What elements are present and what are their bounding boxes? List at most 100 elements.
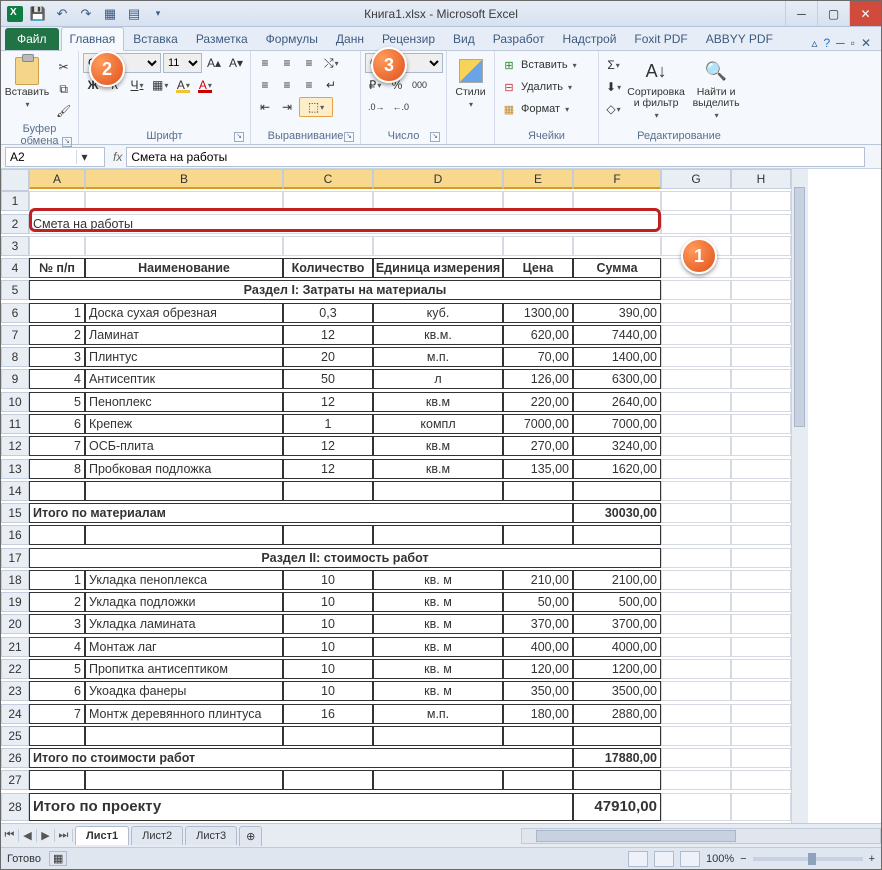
cell[interactable] <box>29 481 85 501</box>
cell[interactable] <box>85 525 283 545</box>
cell[interactable]: кв. м <box>373 637 503 657</box>
cell[interactable] <box>573 525 661 545</box>
tab-developer[interactable]: Разработ <box>484 27 554 50</box>
cell[interactable]: ОСБ-плита <box>85 436 283 456</box>
horizontal-scrollbar[interactable] <box>521 828 881 844</box>
cell[interactable] <box>731 214 791 234</box>
cell[interactable]: 135,00 <box>503 459 573 479</box>
copy-icon[interactable]: ⧉ <box>53 79 74 99</box>
cell[interactable]: 5 <box>29 659 85 679</box>
insert-cells-button[interactable]: ⊞Вставить▾ <box>499 55 594 75</box>
cell[interactable] <box>283 770 373 790</box>
sheet-nav-first-icon[interactable]: ⏮ <box>1 829 19 842</box>
cell[interactable] <box>85 481 283 501</box>
cell[interactable] <box>661 659 731 679</box>
cell[interactable] <box>373 236 503 256</box>
row-header[interactable]: 23 <box>1 681 29 701</box>
dialog-launcher-icon[interactable]: ↘ <box>234 132 244 142</box>
doc-minimize-icon[interactable]: ─ <box>836 36 845 50</box>
cell[interactable] <box>29 191 85 211</box>
cell[interactable] <box>731 614 791 634</box>
cell[interactable]: Доска сухая обрезная <box>85 303 283 323</box>
cell[interactable]: Антисептик <box>85 369 283 389</box>
column-header[interactable]: A <box>29 169 85 189</box>
cell[interactable] <box>503 770 573 790</box>
cell[interactable]: Пеноплекс <box>85 392 283 412</box>
cell[interactable]: 2640,00 <box>573 392 661 412</box>
cell[interactable] <box>731 369 791 389</box>
cell[interactable] <box>731 770 791 790</box>
column-header[interactable]: B <box>85 169 283 189</box>
cell[interactable]: 390,00 <box>573 303 661 323</box>
cell[interactable]: 7440,00 <box>573 325 661 345</box>
cell[interactable]: 4 <box>29 369 85 389</box>
cell[interactable] <box>373 770 503 790</box>
row-header[interactable]: 28 <box>1 793 29 821</box>
cell[interactable] <box>731 681 791 701</box>
cell[interactable] <box>29 525 85 545</box>
grow-font-icon[interactable]: A▴ <box>204 53 224 73</box>
cell[interactable] <box>503 236 573 256</box>
cell[interactable] <box>731 793 791 821</box>
tab-addins[interactable]: Надстрой <box>554 27 626 50</box>
cell[interactable] <box>731 280 791 300</box>
cell[interactable]: 10 <box>283 659 373 679</box>
cell[interactable] <box>731 503 791 523</box>
styles-button[interactable]: Стили ▾ <box>451 53 490 113</box>
cell[interactable]: Монтж деревянного плинтуса <box>85 704 283 724</box>
underline-button[interactable]: Ч▾ <box>127 75 147 95</box>
cell[interactable] <box>731 748 791 768</box>
cell[interactable] <box>731 325 791 345</box>
fx-icon[interactable]: fx <box>113 150 122 164</box>
tab-foxit[interactable]: Foxit PDF <box>625 27 696 50</box>
cell[interactable]: 10 <box>283 592 373 612</box>
row-header[interactable]: 14 <box>1 481 29 501</box>
cell[interactable] <box>503 726 573 746</box>
dialog-launcher-icon[interactable]: ↘ <box>62 137 72 147</box>
fill-icon[interactable]: ⬇▾ <box>603 77 624 97</box>
align-center-icon[interactable]: ≡ <box>277 75 297 95</box>
cell[interactable]: 210,00 <box>503 570 573 590</box>
name-box-dropdown-icon[interactable]: ▾ <box>76 150 92 164</box>
row-header[interactable]: 9 <box>1 369 29 389</box>
cell[interactable]: 1 <box>29 303 85 323</box>
cell[interactable]: Раздел II: стоимость работ <box>29 548 661 568</box>
cell[interactable]: 2880,00 <box>573 704 661 724</box>
qat-redo-icon[interactable]: ↷ <box>77 5 95 23</box>
cell[interactable]: м.п. <box>373 347 503 367</box>
cell[interactable]: Наименование <box>85 258 283 278</box>
cell[interactable] <box>573 726 661 746</box>
row-header[interactable]: 13 <box>1 459 29 479</box>
row-header[interactable]: 7 <box>1 325 29 345</box>
cell[interactable]: 1620,00 <box>573 459 661 479</box>
cell[interactable] <box>283 236 373 256</box>
cell[interactable]: 126,00 <box>503 369 573 389</box>
maximize-button[interactable]: ▢ <box>817 1 849 26</box>
dialog-launcher-icon[interactable]: ↘ <box>430 132 440 142</box>
cell[interactable] <box>573 481 661 501</box>
fill-color-button[interactable]: A▾ <box>173 75 193 95</box>
cell[interactable]: л <box>373 369 503 389</box>
cell[interactable] <box>731 570 791 590</box>
cell[interactable] <box>283 481 373 501</box>
cell[interactable]: 6 <box>29 681 85 701</box>
cell[interactable]: 20 <box>283 347 373 367</box>
cell[interactable]: Итого по стоимости работ <box>29 748 573 768</box>
cell[interactable] <box>731 659 791 679</box>
align-middle-icon[interactable]: ≡ <box>277 53 297 73</box>
cell[interactable] <box>283 191 373 211</box>
cell[interactable] <box>661 369 731 389</box>
dialog-launcher-icon[interactable]: ↘ <box>344 132 354 142</box>
cell[interactable]: кв. м <box>373 592 503 612</box>
cell[interactable]: Пробковая подложка <box>85 459 283 479</box>
cell[interactable]: кв. м <box>373 570 503 590</box>
cell[interactable]: 4000,00 <box>573 637 661 657</box>
cell[interactable] <box>573 191 661 211</box>
cell[interactable]: 400,00 <box>503 637 573 657</box>
cell[interactable] <box>283 726 373 746</box>
row-header[interactable]: 20 <box>1 614 29 634</box>
cell[interactable] <box>731 436 791 456</box>
zoom-in-icon[interactable]: + <box>869 853 875 865</box>
row-header[interactable]: 22 <box>1 659 29 679</box>
paste-button[interactable]: Вставить ▾ <box>5 53 49 113</box>
